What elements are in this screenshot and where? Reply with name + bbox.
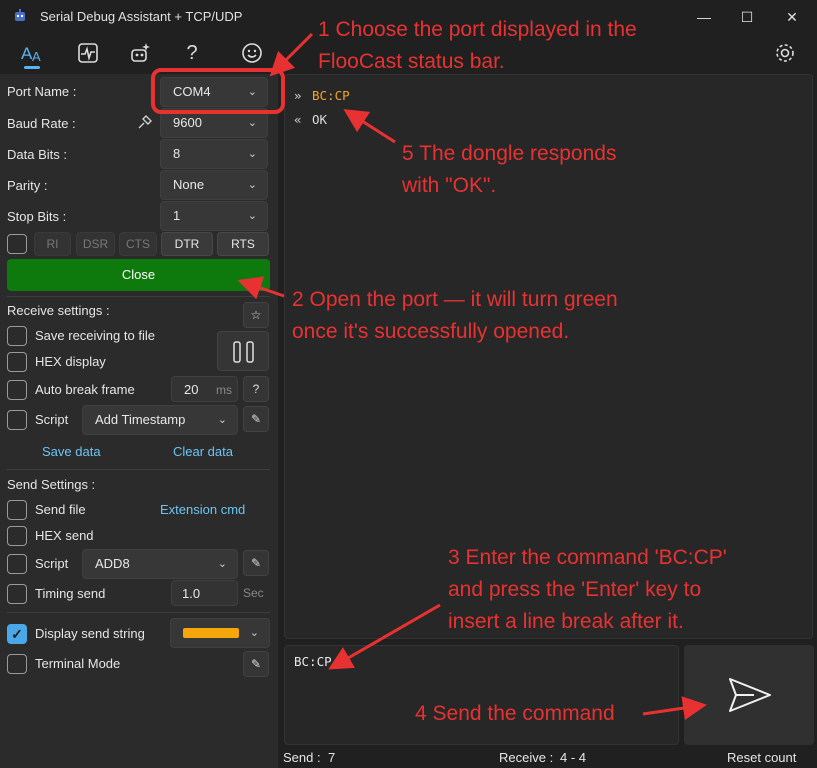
arrow-2	[237, 276, 285, 300]
arrow-4	[642, 696, 707, 721]
arrow-3	[328, 603, 441, 670]
arrow-5	[343, 109, 396, 144]
annotation-arrows	[237, 32, 707, 721]
arrow-1	[269, 32, 314, 77]
